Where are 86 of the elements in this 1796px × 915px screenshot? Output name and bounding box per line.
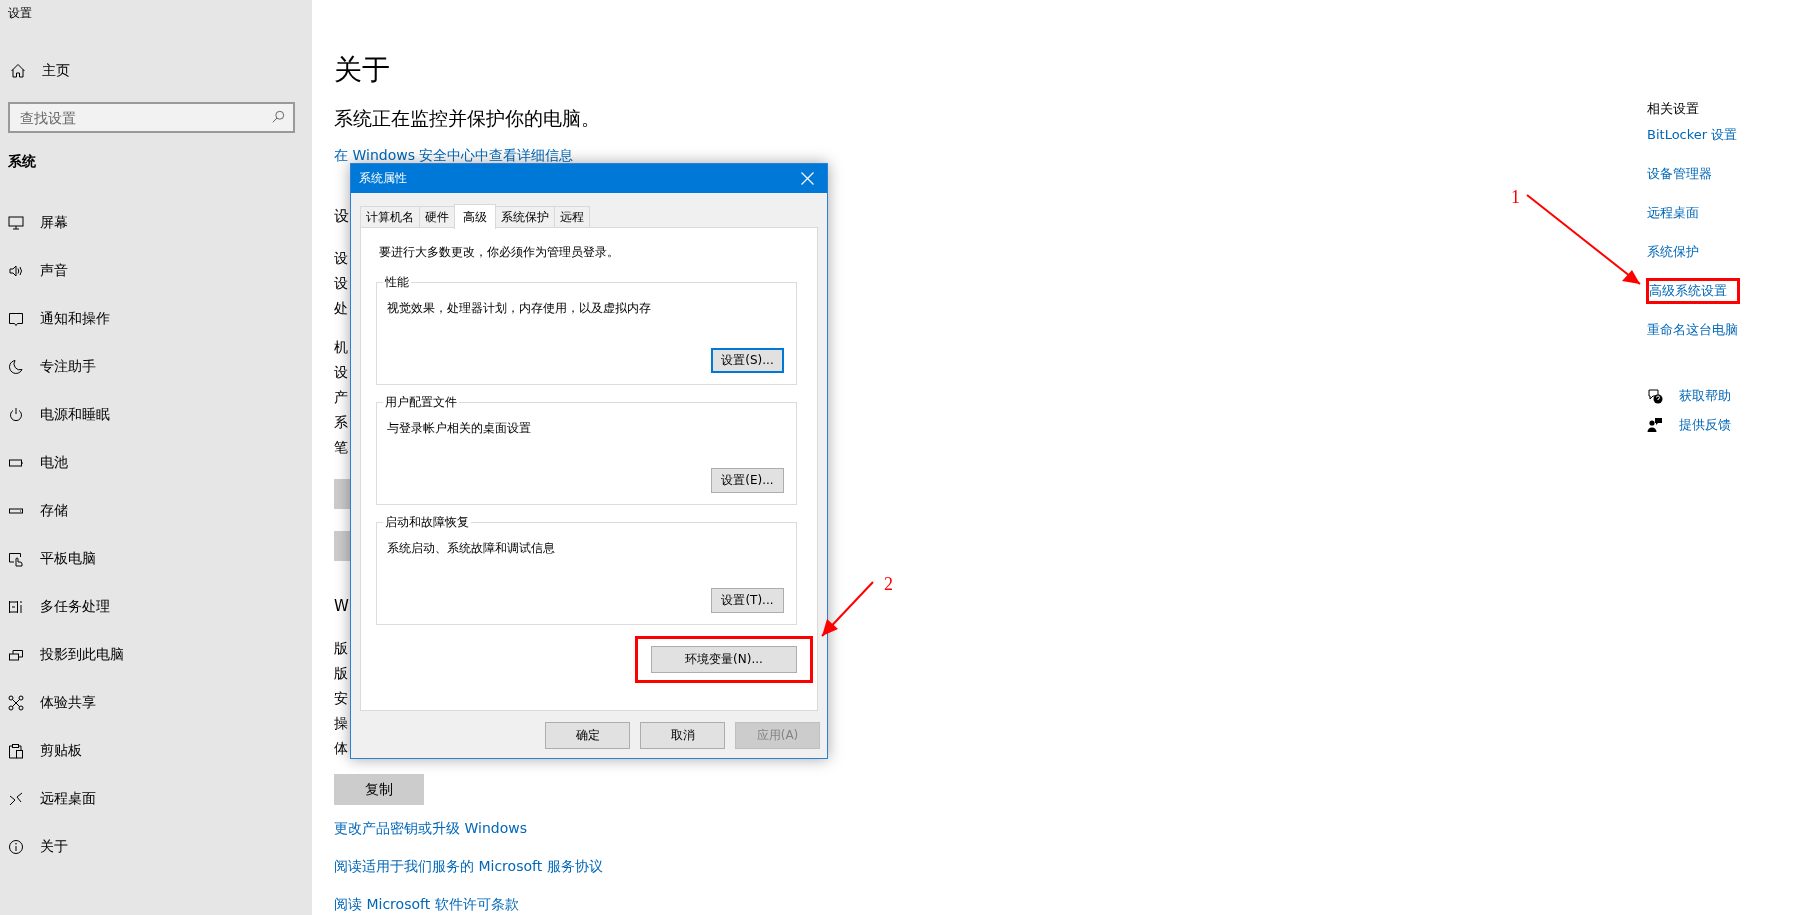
related-link[interactable]: BitLocker 设置 — [1647, 125, 1738, 145]
network-icon — [8, 695, 24, 711]
help-icon — [1647, 388, 1663, 404]
link[interactable]: 阅读 Microsoft 软件许可条款 — [334, 896, 603, 912]
tablet-icon — [8, 551, 24, 567]
group-title: 启动和故障恢复 — [383, 514, 471, 530]
nav-item[interactable]: 体验共享 — [8, 693, 312, 713]
security-link[interactable]: 在 Windows 安全中心中查看详细信息 — [334, 147, 574, 165]
nav-item[interactable]: 投影到此电脑 — [8, 645, 312, 665]
clipboard-icon — [8, 743, 24, 759]
dialog-button[interactable]: 取消 — [640, 722, 725, 749]
tab[interactable]: 高级 — [454, 204, 496, 229]
notice-text: 要进行大多数更改，你必须作为管理员登录。 — [378, 244, 620, 260]
info-text: 体 — [334, 739, 348, 758]
search-icon — [271, 110, 285, 124]
nav-item[interactable]: 屏幕 — [8, 213, 312, 233]
link[interactable]: 阅读适用于我们服务的 Microsoft 服务协议 — [334, 858, 603, 874]
annotation-arrow — [821, 581, 874, 637]
section-title: 系统 — [8, 153, 37, 171]
settings-button[interactable]: 设置(T)... — [711, 588, 784, 613]
section-heading: W — [334, 596, 349, 617]
environment-variables-button[interactable]: 环境变量(N)... — [651, 646, 797, 673]
nav-item[interactable]: 电源和睡眠 — [8, 405, 312, 425]
info-text: 笔 — [334, 438, 348, 457]
group-description: 与登录帐户相关的桌面设置 — [387, 420, 532, 436]
info-text: 机 — [334, 338, 348, 357]
nav-item[interactable]: 平板电脑 — [8, 549, 312, 569]
help-link[interactable]: 提供反馈 — [1679, 416, 1731, 434]
settings-button[interactable]: 设置(E)... — [711, 468, 784, 493]
settings-button[interactable]: 设置(S)... — [711, 348, 784, 373]
nav-item[interactable]: 剪贴板 — [8, 741, 312, 761]
group-description: 系统启动、系统故障和调试信息 — [387, 540, 556, 556]
nav-item[interactable]: 存储 — [8, 501, 312, 521]
copy-button[interactable]: 复制 — [334, 774, 424, 805]
nav-item[interactable]: 通知和操作 — [8, 309, 312, 329]
group-description: 视觉效果，处理器计划，内存使用，以及虚拟内存 — [387, 300, 652, 316]
info-text: 版 — [334, 639, 348, 658]
related-settings-title: 相关设置 — [1647, 100, 1699, 118]
close-icon — [800, 172, 814, 185]
dialog-button[interactable]: 确定 — [545, 722, 630, 749]
info-text: 系 — [334, 413, 348, 432]
info-text: 安 — [334, 689, 348, 708]
feedback-icon — [1647, 417, 1663, 433]
dialog-title: 系统属性 — [359, 170, 407, 187]
status-text: 系统正在监控并保护你的电脑。 — [334, 106, 600, 131]
search-field[interactable]: 查找设置 — [8, 102, 295, 133]
info-text: 设 — [334, 363, 348, 382]
power-icon — [8, 407, 24, 423]
moon-icon — [8, 359, 24, 375]
nav-item[interactable]: 关于 — [8, 837, 312, 857]
remote-icon — [8, 791, 24, 807]
nav-item[interactable]: 专注助手 — [8, 357, 312, 377]
window-title: 设置 — [8, 5, 33, 22]
related-link[interactable]: 重命名这台电脑 — [1647, 320, 1738, 340]
link[interactable]: 更改产品密钥或升级 Windows — [334, 820, 603, 836]
related-link[interactable]: 高级系统设置 — [1649, 283, 1727, 298]
info-text: 设 — [334, 274, 348, 293]
nav-item[interactable]: 多任务处理 — [8, 597, 312, 617]
multitask-icon — [8, 599, 24, 615]
help-link[interactable]: 获取帮助 — [1679, 387, 1731, 405]
info-text: 处 — [334, 299, 348, 318]
projector-icon — [8, 647, 24, 663]
info-text: 操 — [334, 714, 348, 733]
info-text: 产 — [334, 388, 348, 407]
tab[interactable]: 远程 — [554, 206, 590, 227]
nav-item[interactable]: 声音 — [8, 261, 312, 281]
page-title: 关于 — [334, 52, 390, 88]
related-link[interactable]: 设备管理器 — [1647, 164, 1712, 184]
related-link[interactable]: 系统保护 — [1647, 242, 1699, 262]
info-text: 设 — [334, 249, 348, 268]
info-icon — [8, 839, 24, 855]
tab[interactable]: 计算机名 — [360, 206, 420, 227]
group-title: 性能 — [383, 274, 411, 290]
speech-bubble-icon — [8, 311, 24, 327]
nav-item[interactable]: 电池 — [8, 453, 312, 473]
info-text: 版 — [334, 664, 348, 683]
monitor-icon — [8, 215, 24, 231]
section-heading: 设 — [334, 206, 349, 227]
nav-item[interactable]: 远程桌面 — [8, 789, 312, 809]
annotation-number: 2 — [884, 574, 893, 594]
group-title: 用户配置文件 — [383, 394, 459, 410]
related-link[interactable]: 远程桌面 — [1647, 203, 1699, 223]
home-nav-item[interactable]: 主页 — [8, 62, 312, 80]
annotation-number: 1 — [1511, 187, 1520, 207]
home-icon — [10, 63, 26, 79]
speaker-icon — [8, 263, 24, 279]
